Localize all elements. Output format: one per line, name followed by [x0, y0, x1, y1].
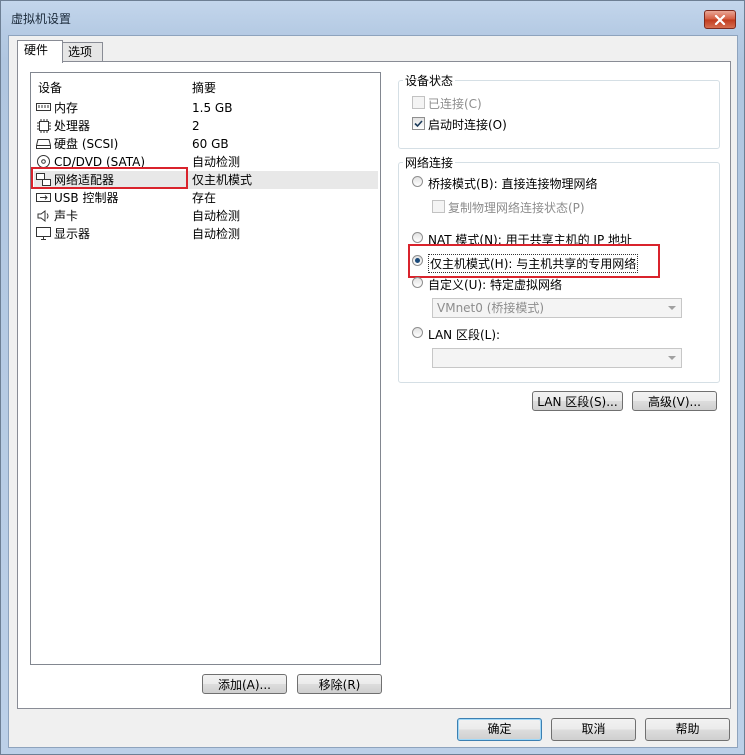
device-name: 处理器	[54, 119, 91, 133]
column-summary: 摘要	[192, 81, 217, 95]
lan-segment-select[interactable]	[432, 348, 682, 368]
replicate-state-label: 复制物理网络连接状态(P)	[448, 201, 585, 215]
chevron-down-icon	[668, 356, 676, 360]
custom-radio[interactable]	[412, 277, 423, 288]
device-summary: 仅主机模式	[192, 173, 253, 187]
connected-label: 已连接(C)	[428, 97, 482, 111]
annotation-highlight-host-only	[408, 244, 660, 278]
nat-radio[interactable]	[412, 232, 423, 243]
tab-options-label: 选项	[68, 45, 93, 59]
bridged-radio[interactable]	[412, 176, 423, 187]
device-summary: 自动检测	[192, 209, 241, 223]
monitor-icon	[36, 227, 51, 240]
device-row-sound-card[interactable]: 声卡 自动检测	[34, 207, 378, 225]
cpu-icon	[36, 118, 51, 133]
disk-icon	[36, 137, 51, 150]
lan-segment-label: LAN 区段(L):	[428, 328, 501, 342]
device-name: 硬盘 (SCSI)	[54, 137, 119, 151]
device-summary: 60 GB	[192, 137, 229, 151]
device-name: USB 控制器	[54, 191, 119, 205]
device-row-hard-disk[interactable]: 硬盘 (SCSI) 60 GB	[34, 135, 378, 153]
device-status-group	[398, 80, 720, 149]
device-summary: 存在	[192, 191, 217, 205]
device-row-processor[interactable]: 处理器 2	[34, 117, 378, 135]
chevron-down-icon	[668, 306, 676, 310]
ok-button[interactable]: 确定	[457, 718, 542, 741]
device-row-usb-controller[interactable]: USB 控制器 存在	[34, 189, 378, 207]
device-row-display[interactable]: 显示器 自动检测	[34, 225, 378, 243]
add-device-button[interactable]: 添加(A)...	[202, 674, 287, 694]
checkmark-icon	[414, 120, 423, 128]
device-row-memory[interactable]: 内存 1.5 GB	[34, 99, 378, 117]
device-status-title: 设备状态	[403, 72, 456, 89]
lan-segments-button[interactable]: LAN 区段(S)...	[532, 391, 623, 411]
network-connection-title: 网络连接	[403, 154, 456, 171]
close-icon	[714, 14, 726, 25]
tab-hardware-label: 硬件	[24, 43, 49, 57]
close-button[interactable]	[704, 10, 736, 29]
device-list[interactable]: 设备 摘要 内存 1.5 GB 处理器 2 硬盘 (SCSI) 60 GB CD…	[30, 72, 381, 665]
vm-settings-window: 虚拟机设置 硬件 选项 设备 摘要 内存 1.5 GB 处理器 2 硬盘 (SC…	[0, 0, 745, 755]
device-name: 内存	[54, 101, 79, 115]
connected-checkbox[interactable]	[412, 96, 425, 109]
custom-network-select[interactable]: VMnet0 (桥接模式)	[432, 298, 682, 318]
replicate-state-checkbox[interactable]	[432, 200, 445, 213]
device-summary: 1.5 GB	[192, 101, 233, 115]
device-name: 显示器	[54, 227, 91, 241]
custom-label: 自定义(U): 特定虚拟网络	[428, 278, 563, 292]
column-device: 设备	[38, 81, 63, 95]
device-summary: 自动检测	[192, 227, 241, 241]
tab-hardware[interactable]: 硬件	[17, 40, 63, 63]
device-summary: 2	[192, 119, 200, 133]
tab-options[interactable]: 选项	[61, 42, 103, 62]
device-summary: 自动检测	[192, 155, 241, 169]
lan-segment-radio[interactable]	[412, 327, 423, 338]
memory-icon	[36, 101, 51, 114]
device-name: 声卡	[54, 209, 79, 223]
dialog-client: 硬件 选项 设备 摘要 内存 1.5 GB 处理器 2 硬盘 (SCSI) 60…	[8, 35, 738, 748]
help-button[interactable]: 帮助	[645, 718, 730, 741]
window-title: 虚拟机设置	[11, 12, 72, 26]
custom-network-value: VMnet0 (桥接模式)	[437, 301, 545, 315]
connect-at-power-on-checkbox[interactable]	[412, 117, 425, 130]
usb-icon	[36, 191, 51, 204]
title-bar[interactable]: 虚拟机设置	[1, 1, 744, 35]
connect-at-power-on-label: 启动时连接(O)	[428, 118, 507, 132]
bridged-label: 桥接模式(B): 直接连接物理网络	[428, 177, 598, 191]
advanced-button[interactable]: 高级(V)...	[632, 391, 717, 411]
device-list-header: 设备 摘要	[31, 79, 380, 95]
hardware-panel: 设备 摘要 内存 1.5 GB 处理器 2 硬盘 (SCSI) 60 GB CD…	[17, 61, 731, 709]
remove-device-button[interactable]: 移除(R)	[297, 674, 382, 694]
cancel-button[interactable]: 取消	[551, 718, 636, 741]
annotation-highlight-network-adapter	[31, 167, 188, 189]
speaker-icon	[36, 209, 51, 222]
